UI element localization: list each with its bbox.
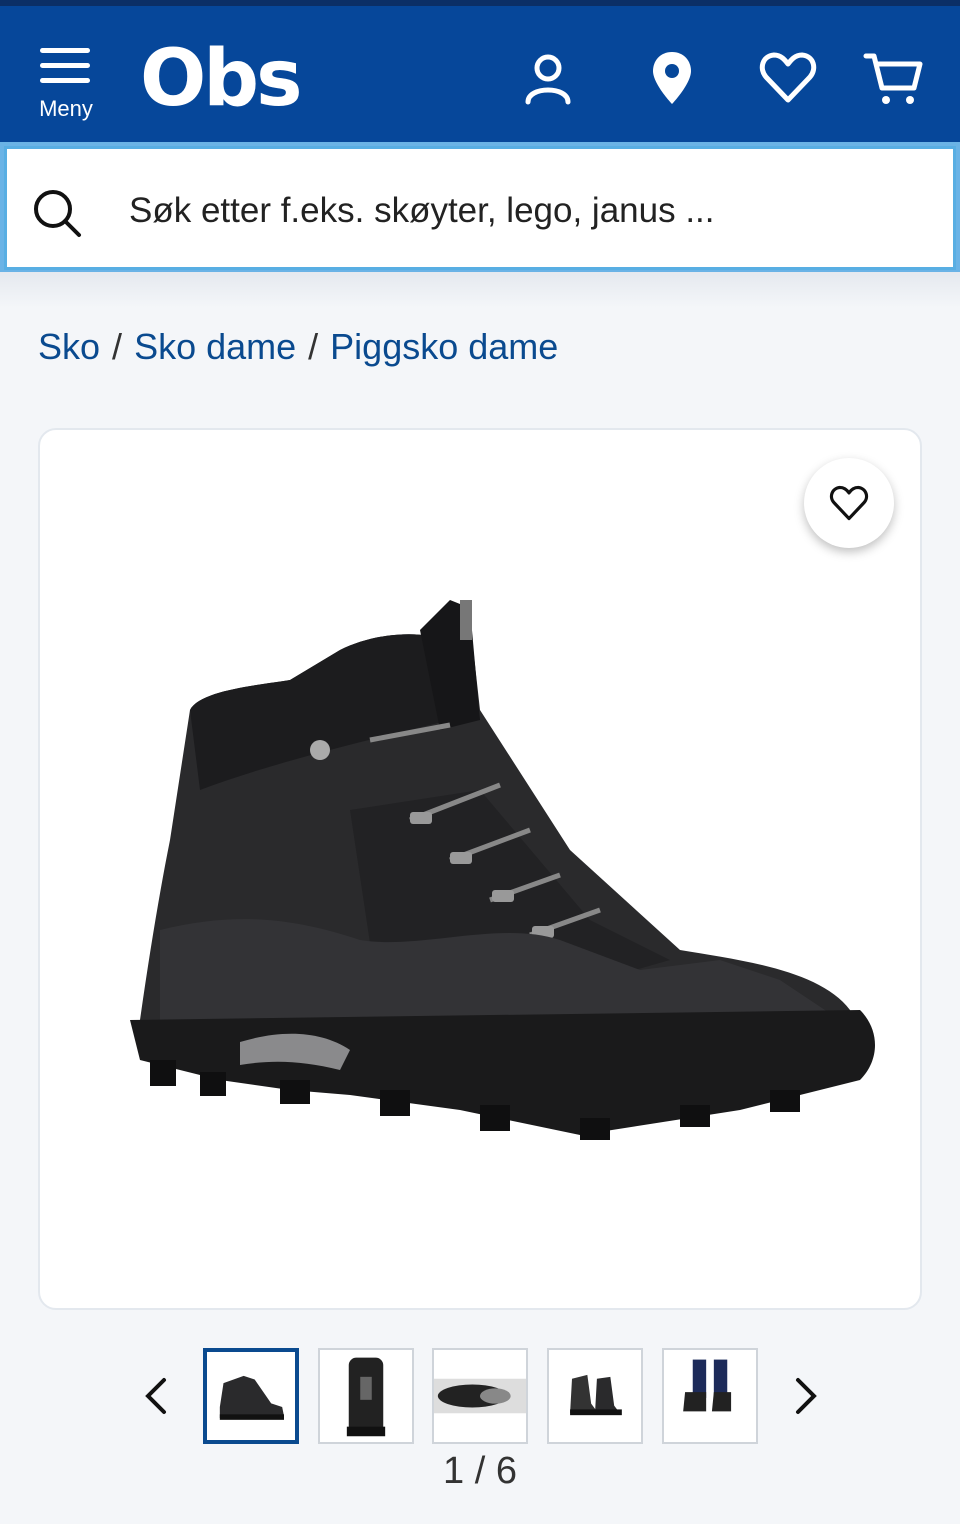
menu-label: Meny [39, 96, 93, 121]
boot-worn-thumb [683, 1359, 732, 1412]
obs-logo[interactable]: Obs [140, 40, 303, 118]
thumbnail-2[interactable] [318, 1348, 414, 1444]
boot-side-thumb [219, 1375, 284, 1420]
breadcrumb-link-sko[interactable]: Sko [38, 326, 100, 367]
user-icon[interactable] [516, 46, 580, 110]
menu-button[interactable]: Meny [30, 44, 102, 124]
header-shadow [0, 272, 960, 308]
heart-icon[interactable] [756, 46, 820, 110]
top-header: Meny Obs [0, 0, 960, 142]
boot-sole-thumb [434, 1378, 526, 1414]
thumbnail-1[interactable] [203, 1348, 299, 1444]
search-bar [0, 142, 960, 272]
location-pin-icon[interactable] [640, 46, 704, 110]
breadcrumb-link-piggsko-dame[interactable]: Piggsko dame [330, 326, 558, 367]
search-icon[interactable] [29, 185, 85, 241]
breadcrumb-separator: / [112, 326, 123, 367]
thumbnail-4[interactable] [547, 1348, 643, 1444]
thumbnail-5[interactable] [662, 1348, 758, 1444]
boot-pair-thumb [570, 1374, 622, 1416]
thumbnail-3[interactable] [432, 1348, 528, 1444]
search-box[interactable] [4, 146, 956, 270]
search-input[interactable] [129, 179, 909, 243]
next-image-arrow[interactable] [780, 1366, 830, 1426]
hamburger-icon [40, 48, 90, 84]
chevron-right-icon [796, 1378, 817, 1414]
breadcrumb-separator: / [308, 326, 319, 367]
breadcrumb: Sko / Sko dame / Piggsko dame [38, 326, 558, 368]
product-image-boot[interactable] [120, 590, 880, 1190]
cart-icon[interactable] [862, 46, 926, 110]
product-image-card [38, 428, 922, 1310]
breadcrumb-link-sko-dame[interactable]: Sko dame [134, 326, 296, 367]
favorite-button[interactable] [804, 458, 894, 548]
boot-back-thumb [346, 1357, 386, 1437]
heart-icon [829, 485, 869, 521]
image-counter: 1 / 6 [443, 1450, 517, 1492]
chevron-left-icon [145, 1378, 166, 1414]
previous-image-arrow[interactable] [132, 1366, 182, 1426]
